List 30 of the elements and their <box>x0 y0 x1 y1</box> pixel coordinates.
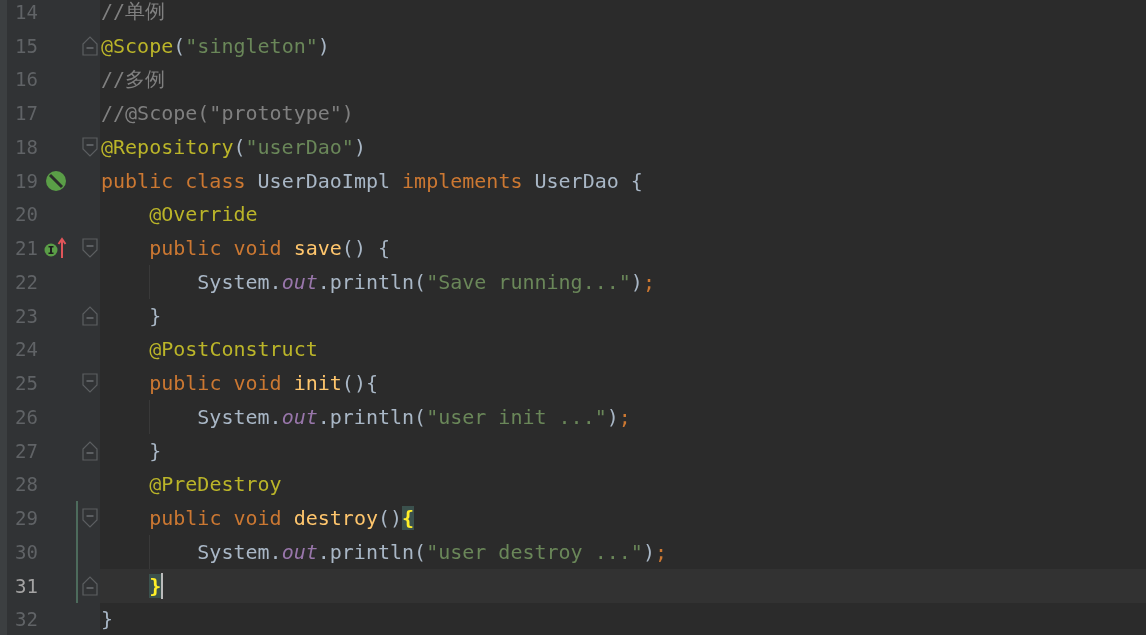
bean-icon[interactable] <box>45 169 67 192</box>
code-line: @PreDestroy <box>148 472 282 497</box>
code-line: @Repository("userDao") <box>101 134 366 159</box>
code-line: public void init(){ <box>148 371 378 396</box>
fold-icon[interactable] <box>82 508 98 529</box>
fold-end-icon[interactable] <box>82 305 98 326</box>
implements-arrow-icon[interactable] <box>44 237 68 260</box>
fold-end-icon[interactable] <box>82 440 98 461</box>
code-line: System.out.println("Save running..."); <box>196 269 655 294</box>
code-line: //单例 <box>101 0 166 26</box>
code-line: System.out.println("user destroy ..."); <box>196 539 667 564</box>
code-line: System.out.println("user init ..."); <box>196 404 631 429</box>
code-line: } <box>148 303 162 328</box>
fold-icon[interactable] <box>82 238 98 259</box>
code-line: } <box>101 607 114 632</box>
code-line: //多例 <box>101 65 166 93</box>
code-line: @PostConstruct <box>148 337 318 362</box>
code-line: } <box>148 438 162 463</box>
fold-end-icon[interactable] <box>82 35 98 56</box>
fold-icon[interactable] <box>82 373 98 394</box>
code-line: public class UserDaoImpl implements UserDao { <box>101 168 643 193</box>
code-line: public void destroy(){ <box>148 506 415 531</box>
code-line: @Scope("singleton") <box>101 33 330 58</box>
code-line: @Override <box>148 202 258 227</box>
fold-icon[interactable] <box>82 136 98 157</box>
line-number: 31 <box>14 574 38 597</box>
code-line: public void save() { <box>148 236 390 261</box>
text-caret <box>161 572 164 599</box>
fold-end-icon[interactable] <box>82 575 98 596</box>
code-line: //@Scope("prototype") <box>101 101 354 126</box>
